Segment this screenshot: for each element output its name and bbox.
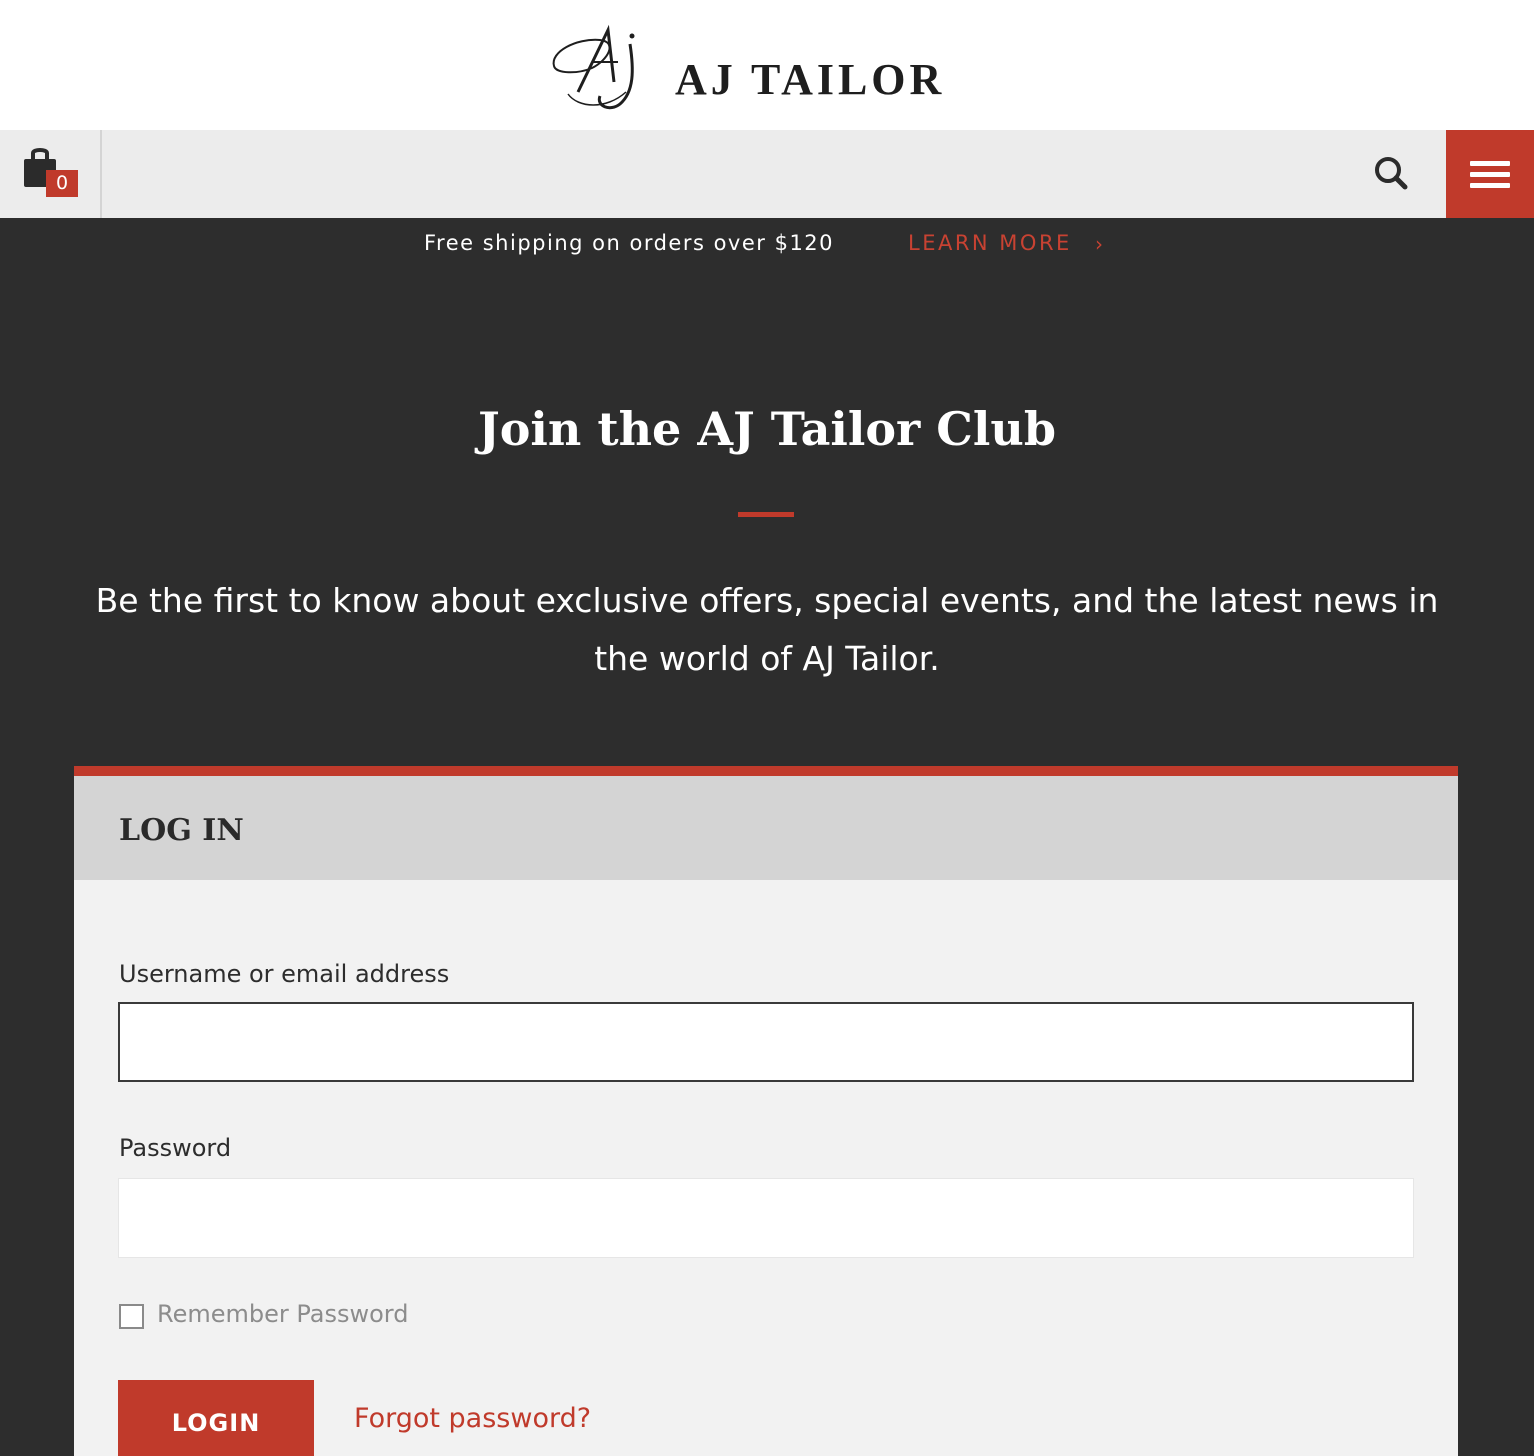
cart-count-badge: 0 [46, 170, 78, 197]
page-subtitle: Be the first to know about exclusive off… [95, 581, 1439, 678]
chevron-right-icon[interactable]: › [1095, 232, 1103, 256]
login-heading: LOG IN [119, 813, 244, 848]
remember-password-label[interactable]: Remember Password [157, 1300, 408, 1328]
forgot-password-link[interactable]: Forgot password? [354, 1403, 591, 1434]
promo-text: Free shipping on orders over $120 [424, 231, 835, 255]
search-button[interactable] [1368, 150, 1414, 196]
menu-button[interactable] [1446, 130, 1534, 218]
brand-logo[interactable]: AJ TAILOR [548, 22, 988, 112]
username-input[interactable] [118, 1002, 1414, 1082]
search-icon [1375, 157, 1408, 190]
promo-bar: Free shipping on orders over $120 LEARN … [0, 218, 1534, 272]
password-label: Password [119, 1134, 232, 1162]
login-card: LOG IN Username or email address Passwor… [74, 766, 1458, 1456]
title-divider [738, 512, 794, 517]
brand-name: AJ TAILOR [675, 55, 946, 104]
cart-button[interactable]: 0 [0, 130, 102, 218]
remember-password-checkbox[interactable] [119, 1304, 144, 1329]
login-card-header: LOG IN [74, 776, 1458, 880]
password-input[interactable] [118, 1178, 1414, 1258]
login-button[interactable]: LOGIN [118, 1380, 314, 1456]
top-toolbar: 0 [0, 130, 1534, 218]
monogram-logo-icon [552, 24, 635, 110]
learn-more-link[interactable]: LEARN MORE [908, 231, 1072, 255]
username-label: Username or email address [119, 960, 450, 988]
page-title: Join the AJ Tailor Club [477, 402, 1057, 456]
site-header: AJ TAILOR [0, 0, 1534, 130]
